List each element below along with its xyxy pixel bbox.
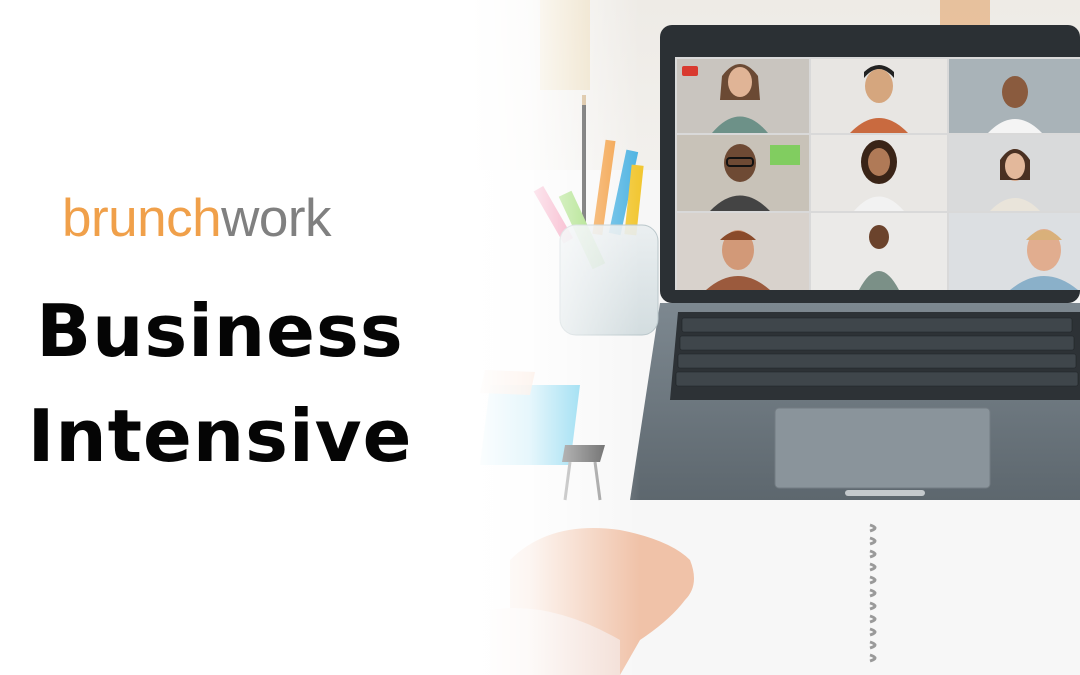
text-panel: brunchwork Business Intensive [0, 0, 470, 675]
banner: brunchwork Business Intensive [0, 0, 1080, 675]
brand-logo: brunchwork [62, 192, 331, 245]
laptop-screen [660, 25, 1080, 303]
headline-line2: Intensive [27, 394, 413, 478]
headline-line1: Business [36, 289, 404, 373]
photo-fade [470, 0, 640, 675]
trackpad [774, 407, 991, 489]
record-icon [682, 66, 698, 76]
brand-logo-part2: work [221, 189, 331, 248]
laptop-keyboard [630, 303, 1080, 500]
brand-logo-part1: brunch [62, 189, 222, 248]
